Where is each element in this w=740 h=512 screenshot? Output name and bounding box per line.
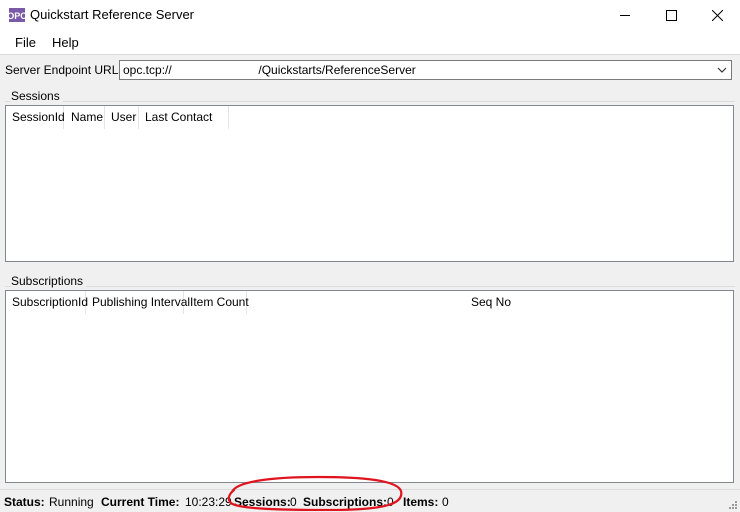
menu-help[interactable]: Help — [52, 35, 79, 50]
subscriptions-count-value: 0 — [387, 495, 394, 509]
items-count-label: Items: — [403, 495, 439, 509]
close-icon — [711, 9, 723, 21]
column-last-contact[interactable]: Last Contact — [139, 106, 229, 129]
sessions-divider — [5, 101, 735, 102]
column-seq-no[interactable]: Seq No — [465, 291, 545, 314]
status-bar: Status: Running Current Time: 10:23:29 S… — [0, 489, 740, 512]
column-user[interactable]: User — [105, 106, 139, 129]
minimize-icon — [620, 15, 630, 16]
column-name[interactable]: Name — [65, 106, 105, 129]
endpoint-label: Server Endpoint URLs — [5, 63, 125, 77]
minimize-button[interactable] — [602, 0, 648, 30]
subscriptions-list[interactable]: SubscriptionId Publishing Interval Item … — [5, 290, 734, 483]
maximize-icon — [665, 9, 677, 21]
current-time-label: Current Time: — [101, 495, 180, 509]
opc-logo-icon: OPC — [9, 8, 25, 22]
column-subscription-id[interactable]: SubscriptionId — [6, 291, 88, 314]
svg-text:OPC: OPC — [9, 11, 25, 21]
resize-grip-icon[interactable] — [727, 499, 738, 510]
current-time-value: 10:23:29 — [185, 495, 232, 509]
subscriptions-group-label: Subscriptions — [11, 274, 87, 288]
items-count-value: 0 — [442, 495, 449, 509]
endpoint-url-combobox[interactable]: opc.tcp:// /Quickstarts/ReferenceServer — [119, 60, 732, 80]
endpoint-url-value: opc.tcp:// /Quickstarts/ReferenceServer — [123, 63, 416, 77]
close-button[interactable] — [694, 0, 740, 30]
sessions-list[interactable]: SessionId Name User Last Contact — [5, 105, 734, 262]
subscriptions-count-label: Subscriptions: — [303, 495, 388, 509]
menu-bar: File Help — [0, 30, 740, 55]
menu-file[interactable]: File — [15, 35, 36, 50]
window-title: Quickstart Reference Server — [30, 7, 195, 22]
subscriptions-divider — [5, 286, 735, 287]
status-value: Running — [49, 495, 94, 509]
status-label: Status: — [4, 495, 45, 509]
sessions-group-label: Sessions — [11, 89, 63, 103]
maximize-button[interactable] — [648, 0, 694, 30]
chevron-down-icon[interactable] — [715, 64, 729, 76]
column-item-count[interactable]: Item Count — [184, 291, 249, 314]
sessions-count-label: Sessions: — [234, 495, 291, 509]
column-session-id[interactable]: SessionId — [6, 106, 65, 129]
title-bar: OPC Quickstart Reference Server — [0, 0, 740, 30]
sessions-count-value: 0 — [290, 495, 297, 509]
column-publishing-interval[interactable]: Publishing Interval — [86, 291, 190, 314]
